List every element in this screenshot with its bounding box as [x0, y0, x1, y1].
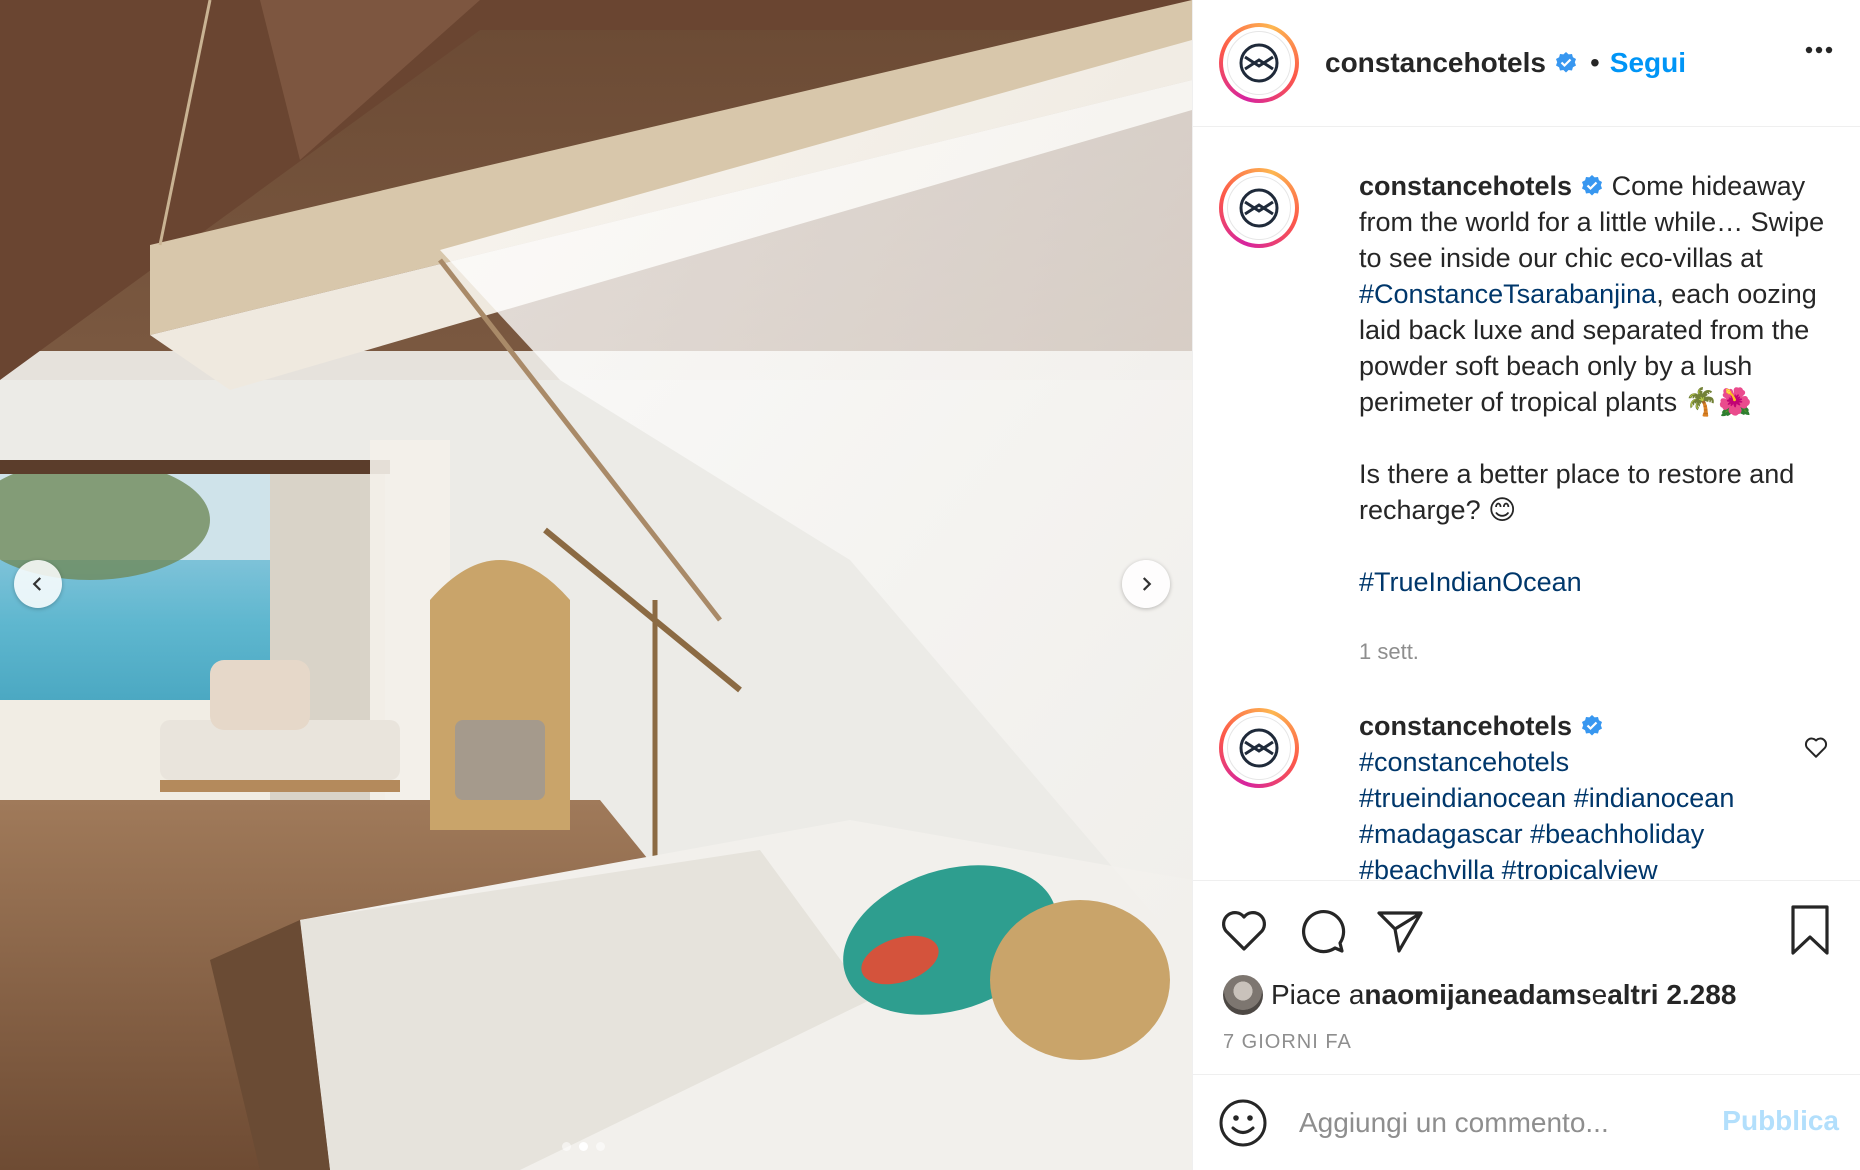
hashtag-link[interactable]: #beachvilla: [1359, 855, 1494, 880]
comment-username[interactable]: constancehotels: [1359, 711, 1572, 741]
carousel-dot: [562, 1142, 571, 1151]
caption: constancehotels Come hideaway from the w…: [1219, 168, 1839, 688]
likes-middle: e: [1591, 979, 1608, 1010]
heart-icon[interactable]: [1217, 903, 1271, 957]
more-horizontal-icon[interactable]: [1805, 46, 1833, 54]
publish-button[interactable]: Pubblica: [1722, 1105, 1839, 1137]
likes-prefix: Piace a: [1271, 979, 1365, 1010]
caption-timestamp[interactable]: 1 sett.: [1359, 634, 1829, 670]
bookmark-icon[interactable]: [1783, 903, 1837, 957]
hashtag-link[interactable]: #indianocean: [1574, 783, 1735, 813]
comment-item: constancehotels #constancehotels #truein…: [1219, 708, 1839, 880]
post-side-panel: constancehotels • Segui constancehotels …: [1192, 0, 1860, 1170]
hashtag-link[interactable]: #trueindianocean: [1359, 783, 1566, 813]
carousel-next-button[interactable]: [1122, 560, 1170, 608]
emoji-icon[interactable]: [1217, 1097, 1269, 1149]
chevron-right-icon: [1142, 577, 1152, 591]
liker-avatar[interactable]: [1223, 975, 1263, 1015]
comment-input[interactable]: [1299, 1106, 1719, 1139]
likes-summary[interactable]: Piace a naomijaneadams e altri 2.288: [1223, 975, 1736, 1015]
avatar[interactable]: [1219, 168, 1299, 248]
caption-text: constancehotels Come hideaway from the w…: [1359, 168, 1829, 670]
avatar[interactable]: [1219, 708, 1299, 788]
verified-badge-icon: [1582, 175, 1603, 196]
add-comment-bar: Pubblica: [1193, 1074, 1860, 1170]
chevron-left-icon: [32, 577, 42, 591]
post-photo: [0, 0, 1192, 1170]
caption-paragraph-2: Is there a better place to restore and r…: [1359, 459, 1795, 525]
post-image-carousel[interactable]: [0, 0, 1192, 1170]
paper-plane-icon[interactable]: [1373, 903, 1427, 957]
comments-list[interactable]: constancehotels Come hideaway from the w…: [1193, 128, 1860, 880]
carousel-dot-active: [579, 1142, 588, 1151]
verified-badge-icon: [1582, 715, 1603, 736]
hashtag-link[interactable]: #madagascar: [1359, 819, 1523, 849]
avatar[interactable]: [1219, 23, 1299, 103]
comment-text: constancehotels #constancehotels #truein…: [1359, 708, 1769, 880]
comment-like-heart-icon[interactable]: [1803, 734, 1829, 760]
carousel-prev-button[interactable]: [14, 560, 62, 608]
hashtag-link[interactable]: #constancehotels: [1359, 747, 1569, 777]
post-actions-section: Piace a naomijaneadams e altri 2.288 7 G…: [1193, 880, 1860, 1074]
likes-count[interactable]: altri 2.288: [1607, 979, 1736, 1011]
carousel-indicator: [562, 1142, 605, 1151]
liker-username[interactable]: naomijaneadams: [1364, 979, 1591, 1011]
hashtag-link[interactable]: #beachholiday: [1530, 819, 1704, 849]
verified-badge-icon: [1555, 52, 1576, 73]
header-username[interactable]: constancehotels: [1325, 47, 1546, 79]
constance-logo-icon: [1239, 188, 1279, 228]
hashtag-link[interactable]: #TrueIndianOcean: [1359, 567, 1582, 597]
carousel-dot: [596, 1142, 605, 1151]
hashtag-link[interactable]: #tropicalview: [1502, 855, 1658, 880]
constance-logo-icon: [1239, 43, 1279, 83]
action-bar: [1217, 903, 1837, 959]
constance-logo-icon: [1239, 728, 1279, 768]
post-timestamp[interactable]: 7 GIORNI FA: [1223, 1031, 1352, 1054]
follow-button[interactable]: Segui: [1610, 47, 1686, 79]
caption-username[interactable]: constancehotels: [1359, 171, 1572, 201]
instagram-post: constancehotels • Segui constancehotels …: [0, 0, 1860, 1170]
post-header: constancehotels • Segui: [1193, 0, 1860, 127]
header-separator: •: [1589, 47, 1600, 78]
hashtag-link[interactable]: #ConstanceTsarabanjina: [1359, 279, 1656, 309]
comment-icon[interactable]: [1295, 903, 1349, 957]
